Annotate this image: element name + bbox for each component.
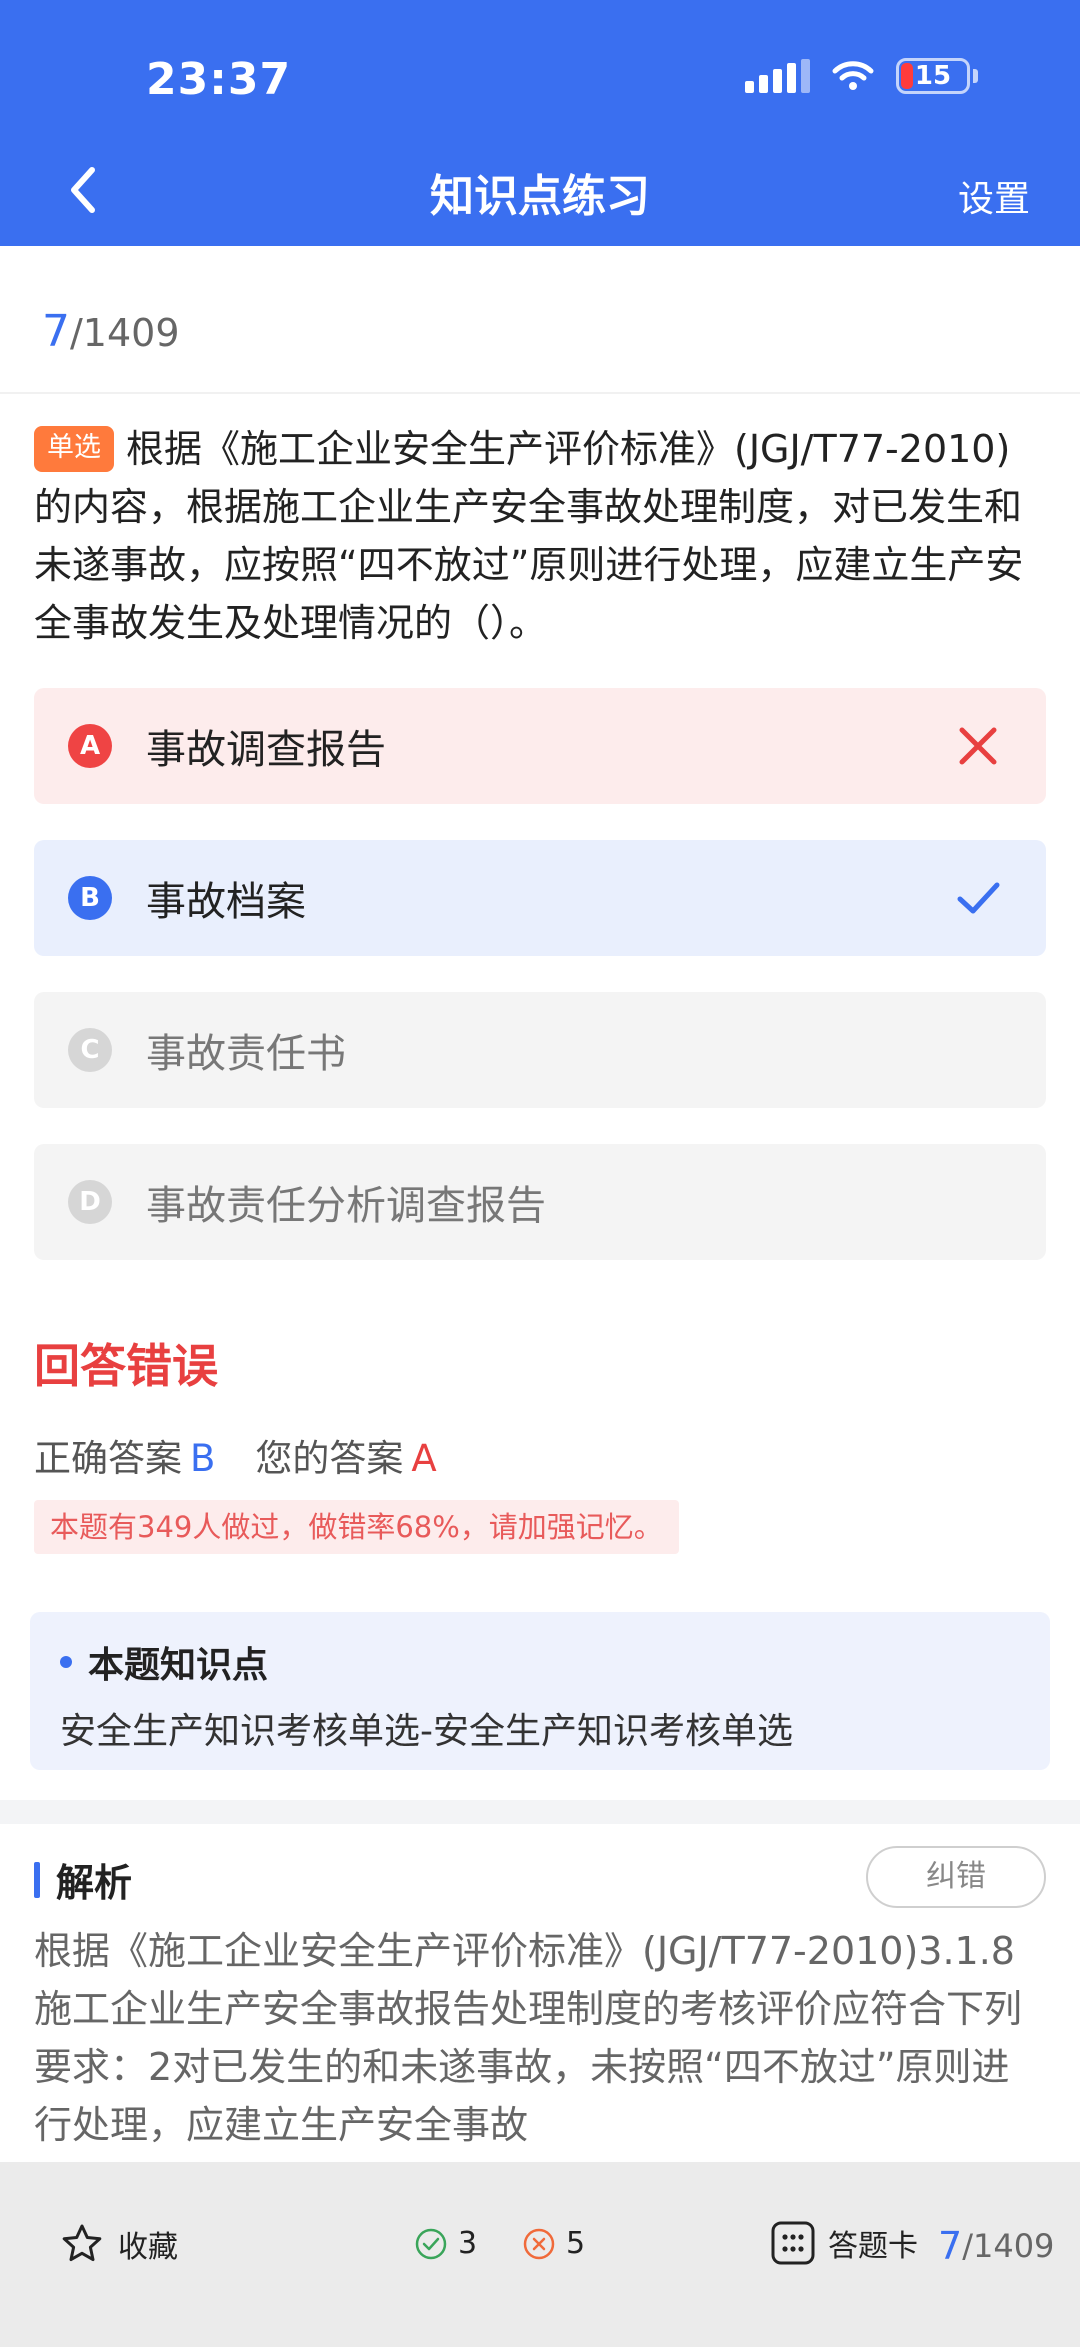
battery-icon: 15 <box>896 58 970 94</box>
option-b[interactable]: B 事故档案 <box>34 840 1046 956</box>
bottom-progress-total: /1409 <box>962 2227 1055 2265</box>
option-letter: C <box>68 1028 112 1072</box>
bottom-toolbar: 收藏 3 5 答题卡 7/1409 <box>0 2162 1080 2347</box>
option-letter: D <box>68 1180 112 1224</box>
bottom-progress-current: 7 <box>938 2224 963 2268</box>
star-icon <box>62 2224 102 2262</box>
option-text: 事故责任书 <box>146 1031 346 1077</box>
progress-total: /1409 <box>70 311 180 355</box>
cross-icon <box>959 727 997 765</box>
wifi-icon <box>832 61 874 90</box>
question-type-tag: 单选 <box>34 426 114 472</box>
correct-count-value: 3 <box>458 2226 478 2261</box>
question-stem: 单选 根据《施工企业安全生产评价标准》(JGJ/T77-2010)的内容，根据施工… <box>34 420 1046 652</box>
option-text: 事故调查报告 <box>146 727 386 773</box>
report-error-button[interactable]: 纠错 <box>866 1846 1046 1908</box>
knowledge-point-text: 安全生产知识考核单选-安全生产知识考核单选 <box>60 1711 793 1752</box>
correct-count: 3 <box>414 2226 477 2261</box>
your-answer-label: 您的答案 <box>255 1437 404 1480</box>
progress-current: 7 <box>42 306 70 357</box>
result-title: 回答错误 <box>34 1339 218 1393</box>
option-letter: A <box>68 724 112 768</box>
question-progress: 7/1409 <box>42 306 180 357</box>
favorite-label: 收藏 <box>118 2230 178 2265</box>
settings-button[interactable]: 设置 <box>958 170 1030 222</box>
favorite-button[interactable]: 收藏 <box>60 2222 178 2266</box>
option-letter: B <box>68 876 112 920</box>
option-d[interactable]: D 事故责任分析调查报告 <box>34 1144 1046 1260</box>
check-circle-icon <box>415 2228 447 2259</box>
analysis-title-text: 解析 <box>56 1861 133 1905</box>
correct-answer-value: B <box>190 1437 216 1480</box>
divider <box>0 392 1080 394</box>
option-c[interactable]: C 事故责任书 <box>34 992 1046 1108</box>
analysis-text: 根据《施工企业安全生产评价标准》(JGJ/T77-2010)3.1.8施工企业生… <box>34 1929 1023 2147</box>
question-text: 根据《施工企业安全生产评价标准》(JGJ/T77-2010)的内容，根据施工企业… <box>34 427 1024 645</box>
header: 23:37 15 知识点练习 设置 <box>0 0 1080 246</box>
bottom-progress: 7/1409 <box>938 2224 1054 2268</box>
section-bar-icon <box>34 1861 40 1898</box>
wrong-count-value: 5 <box>566 2226 586 2261</box>
option-a[interactable]: A 事故调查报告 <box>34 688 1046 804</box>
option-text: 事故档案 <box>146 879 306 925</box>
answer-card-button[interactable]: 答题卡 <box>770 2220 918 2266</box>
option-text: 事故责任分析调查报告 <box>146 1183 546 1229</box>
answer-summary: 正确答案 B 您的答案 A <box>34 1428 437 1482</box>
error-rate-note: 本题有349人做过，做错率68%，请加强记忆。 <box>34 1500 679 1554</box>
battery-level: 15 <box>914 61 952 91</box>
knowledge-point-title-text: 本题知识点 <box>88 1645 269 1686</box>
check-icon <box>957 882 1000 914</box>
answer-card-label: 答题卡 <box>828 2229 918 2264</box>
grid-icon <box>771 2221 815 2265</box>
battery-tip <box>973 69 978 83</box>
page-title: 知识点练习 <box>430 171 650 222</box>
correct-answer-label: 正确答案 <box>34 1437 182 1480</box>
status-icons: 15 <box>745 58 978 94</box>
bullet-dot-icon <box>60 1656 72 1668</box>
cross-circle-icon <box>523 2228 555 2259</box>
wrong-count: 5 <box>522 2226 585 2261</box>
section-divider <box>0 1800 1080 1824</box>
your-answer-value: A <box>411 1437 437 1480</box>
knowledge-point-title: 本题知识点 <box>60 1636 268 1688</box>
knowledge-point-card: 本题知识点 安全生产知识考核单选-安全生产知识考核单选 <box>30 1612 1050 1770</box>
analysis-title: 解析 <box>34 1852 132 1907</box>
status-time: 23:37 <box>146 54 292 105</box>
signal-icon <box>745 59 810 93</box>
